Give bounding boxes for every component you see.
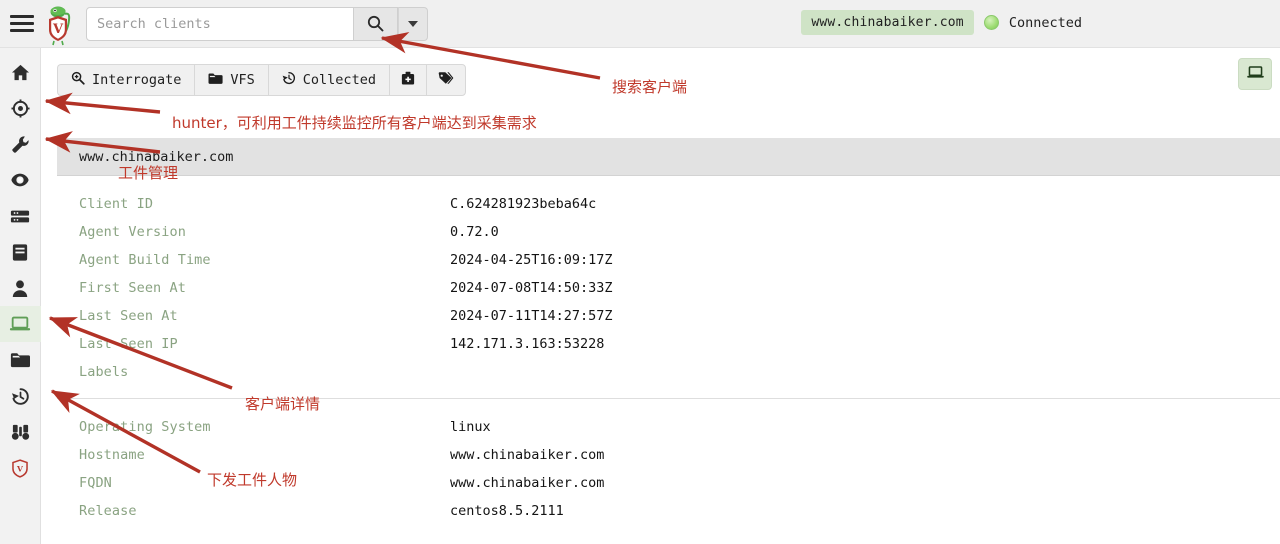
shield-icon: V: [11, 458, 29, 478]
row-key: Last Seen IP: [79, 336, 178, 352]
tab-vfs[interactable]: VFS: [194, 64, 268, 96]
sidebar-item-view-artifacts[interactable]: [0, 162, 41, 198]
table-row: First Seen At 2024-07-08T14:50:33Z: [57, 274, 1280, 302]
row-key: Hostname: [79, 447, 145, 463]
table-row: Last Seen At 2024-07-11T14:27:57Z: [57, 302, 1280, 330]
table-row: Labels: [57, 358, 1280, 386]
row-key: Last Seen At: [79, 308, 178, 324]
tab-collected[interactable]: Collected: [267, 64, 389, 96]
panel-header: www.chinabaiker.com: [57, 138, 1280, 176]
eye-icon: [10, 170, 30, 190]
table-row: Agent Version 0.72.0: [57, 218, 1280, 246]
tab-label: VFS: [230, 72, 255, 88]
hamburger-bar: [10, 15, 34, 18]
sidebar-item-shield[interactable]: V: [0, 450, 41, 486]
tags-icon: [438, 71, 454, 89]
laptop-icon: [9, 315, 31, 333]
laptop-icon: [1246, 65, 1265, 84]
sidebar-item-collected-flows[interactable]: [0, 378, 41, 414]
row-key: Labels: [79, 364, 129, 380]
host-detail-panel: www.chinabaiker.com Client ID C.62428192…: [57, 138, 1280, 525]
hamburger-bar: [10, 29, 34, 32]
row-key: Operating System: [79, 419, 211, 435]
wrench-icon: [11, 135, 30, 154]
tab-first-aid-kit[interactable]: [388, 64, 426, 96]
row-value: www.chinabaiker.com: [450, 475, 605, 491]
row-value: 2024-07-11T14:27:57Z: [450, 308, 613, 324]
tab-label: Interrogate: [92, 72, 182, 88]
row-value: 2024-04-25T16:09:17Z: [450, 252, 613, 268]
history-icon: [11, 387, 30, 406]
sidebar-item-host-information[interactable]: [0, 306, 41, 342]
binoculars-icon: [11, 423, 30, 442]
client-toolbar: Interrogate VFS Collected: [41, 58, 1280, 102]
tab-labels[interactable]: [425, 64, 466, 96]
sidebar-item-notebooks[interactable]: [0, 234, 41, 270]
main-content: Interrogate VFS Collected www.chinabaike…: [41, 48, 1280, 544]
row-value: 142.171.3.163:53228: [450, 336, 605, 352]
folder-open-icon: [208, 72, 223, 89]
row-key: Agent Build Time: [79, 252, 211, 268]
row-value: 2024-07-08T14:50:33Z: [450, 280, 613, 296]
row-key: FQDN: [79, 475, 112, 491]
table-row: Agent Build Time 2024-04-25T16:09:17Z: [57, 246, 1280, 274]
table-row: FQDN www.chinabaiker.com: [57, 469, 1280, 497]
search-icon[interactable]: [354, 6, 398, 41]
sidebar-item-client-events[interactable]: [0, 414, 41, 450]
table-row: Release centos8.5.2111: [57, 497, 1280, 525]
search-dropdown-button[interactable]: [398, 6, 428, 41]
hamburger-icon[interactable]: [0, 0, 44, 48]
history-icon: [282, 71, 296, 89]
sidebar-item-hunt-manager[interactable]: [0, 90, 41, 126]
row-key: Client ID: [79, 196, 154, 212]
search-plus-icon: [71, 71, 85, 89]
home-icon: [11, 63, 30, 82]
table-row: Last Seen IP 142.171.3.163:53228: [57, 330, 1280, 358]
tab-label: Collected: [302, 72, 376, 88]
svg-text:V: V: [16, 464, 23, 473]
svg-text:V: V: [52, 22, 64, 37]
table-row: Operating System linux: [57, 413, 1280, 441]
velociraptor-logo[interactable]: V: [44, 2, 78, 46]
table-row: Hostname www.chinabaiker.com: [57, 441, 1280, 469]
sidebar-item-artifact-manager[interactable]: [0, 126, 41, 162]
sidebar-item-server-events[interactable]: [0, 198, 41, 234]
tab-group: Interrogate VFS Collected: [57, 64, 466, 96]
hamburger-bar: [10, 22, 34, 25]
row-key: First Seen At: [79, 280, 186, 296]
tab-interrogate[interactable]: Interrogate: [57, 64, 195, 96]
row-value: www.chinabaiker.com: [450, 447, 605, 463]
domain-badge: www.chinabaiker.com: [801, 10, 974, 35]
sidebar-item-vfs[interactable]: [0, 342, 41, 378]
host-information-button[interactable]: [1238, 58, 1272, 90]
sidebar-item-home[interactable]: [0, 54, 41, 90]
velociraptor-app-window: V www.chinabaiker.com Connected: [0, 0, 1280, 544]
detail-section-os: Operating System linux Hostname www.chin…: [57, 399, 1280, 525]
crosshair-icon: [10, 98, 30, 118]
book-icon: [11, 243, 29, 262]
top-bar: V www.chinabaiker.com Connected: [0, 0, 1280, 48]
row-value: 0.72.0: [450, 224, 499, 240]
row-value: linux: [450, 419, 491, 435]
first-aid-kit-icon: [401, 71, 415, 90]
sidebar: V: [0, 48, 41, 544]
row-key: Agent Version: [79, 224, 186, 240]
connection-status-area: www.chinabaiker.com Connected: [801, 10, 1082, 35]
sidebar-item-users[interactable]: [0, 270, 41, 306]
status-indicator-dot: [983, 15, 999, 30]
client-search: [86, 6, 428, 41]
connection-status-text: Connected: [1008, 14, 1082, 31]
table-row: Client ID C.624281923beba64c: [57, 190, 1280, 218]
search-input[interactable]: [86, 6, 354, 41]
person-icon: [11, 279, 29, 298]
row-key: Release: [79, 503, 137, 519]
chevron-down-icon: [408, 20, 418, 27]
server-icon: [10, 207, 30, 226]
row-value: centos8.5.2111: [450, 503, 564, 519]
row-value: C.624281923beba64c: [450, 196, 597, 212]
detail-section-basic: Client ID C.624281923beba64c Agent Versi…: [57, 176, 1280, 386]
folder-icon: [10, 351, 30, 369]
